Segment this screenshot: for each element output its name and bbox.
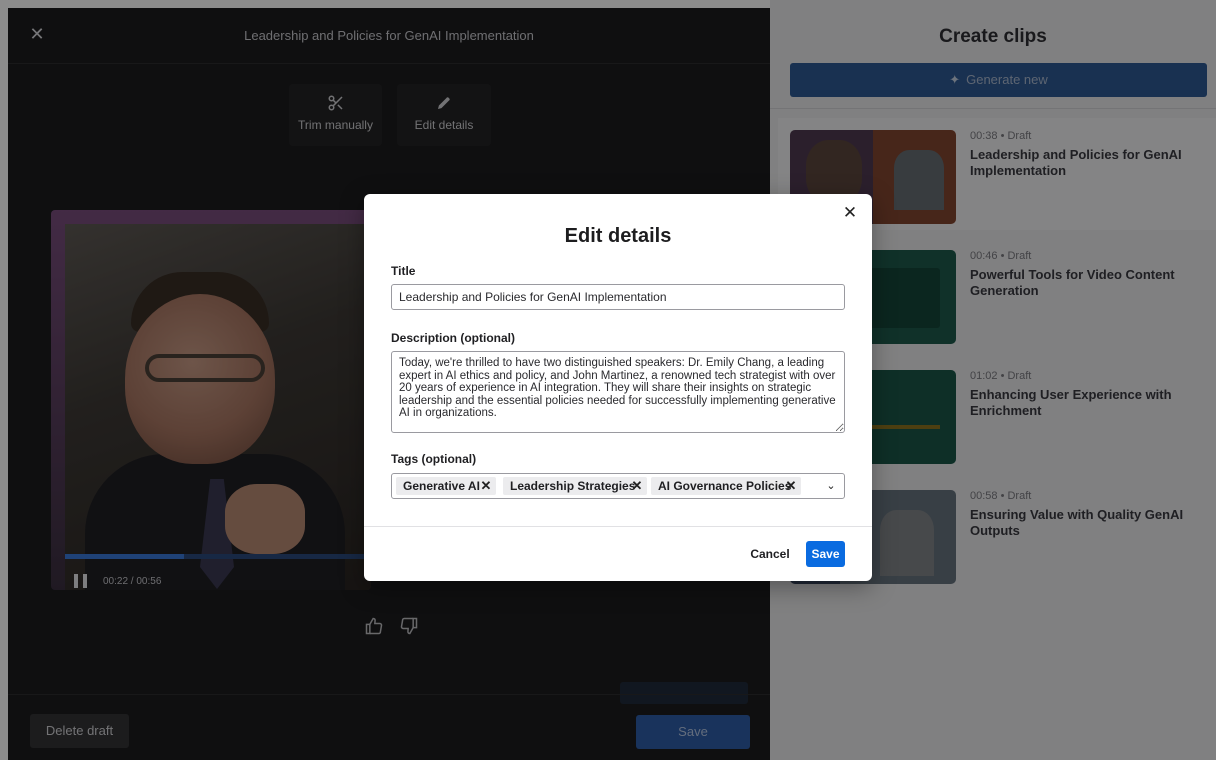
remove-tag-icon[interactable]: ✕	[480, 477, 492, 495]
tag-chip: Leadership Strategies ✕	[503, 477, 647, 495]
chevron-down-icon[interactable]: ⌄	[824, 479, 838, 493]
title-input[interactable]	[391, 284, 845, 310]
tags-input[interactable]: Generative AI ✕ Leadership Strategies ✕ …	[391, 473, 845, 499]
tag-label: Leadership Strategies	[510, 479, 636, 493]
tag-label: Generative AI	[403, 479, 480, 493]
title-field-label: Title	[391, 264, 416, 278]
edit-details-dialog: ✕ Edit details Title Description (option…	[364, 194, 872, 581]
tag-label: AI Governance Policies	[658, 479, 792, 493]
tag-chip: Generative AI ✕	[396, 477, 496, 495]
remove-tag-icon[interactable]: ✕	[631, 477, 643, 495]
description-textarea[interactable]: Today, we're thrilled to have two distin…	[391, 351, 845, 433]
description-field-label: Description (optional)	[391, 331, 515, 345]
cancel-button[interactable]: Cancel	[746, 541, 794, 567]
close-icon[interactable]: ✕	[842, 204, 858, 221]
dialog-footer-divider	[364, 526, 872, 527]
tag-chip: AI Governance Policies ✕	[651, 477, 801, 495]
tags-field-label: Tags (optional)	[391, 452, 477, 466]
save-button[interactable]: Save	[806, 541, 845, 567]
dialog-title: Edit details	[564, 225, 672, 247]
remove-tag-icon[interactable]: ✕	[785, 477, 797, 495]
